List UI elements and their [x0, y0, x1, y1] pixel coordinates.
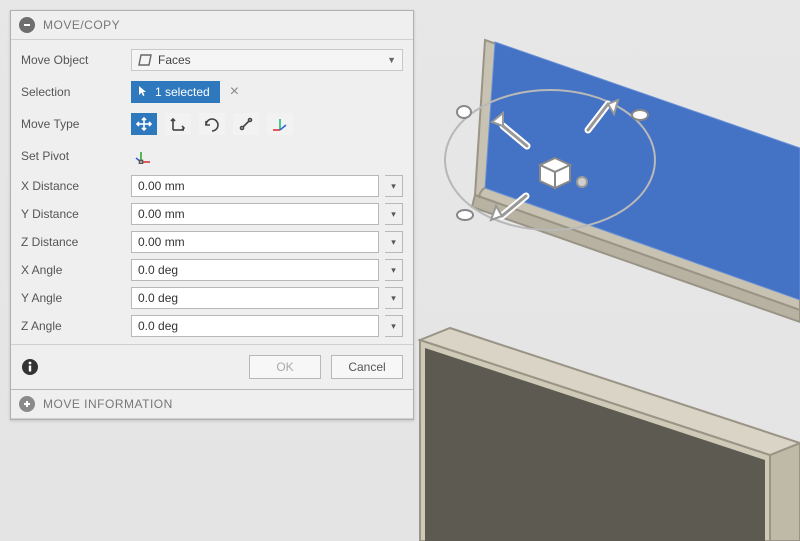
label-y-angle: Y Angle	[21, 291, 131, 305]
move-type-scale-uniform[interactable]	[233, 113, 259, 135]
label-selection: Selection	[21, 85, 131, 99]
move-object-value: Faces	[158, 53, 191, 67]
move-copy-panel: MOVE/COPY Move Object Faces ▼ Selection	[10, 10, 414, 420]
x-distance-spinner[interactable]: ▾	[385, 175, 403, 197]
y-distance-spinner[interactable]: ▾	[385, 203, 403, 225]
expand-icon[interactable]	[19, 396, 35, 412]
cursor-icon	[137, 85, 149, 100]
row-move-object: Move Object Faces ▼	[11, 44, 413, 76]
ok-button[interactable]: OK	[249, 355, 321, 379]
z-distance-spinner[interactable]: ▾	[385, 231, 403, 253]
label-x-distance: X Distance	[21, 179, 131, 193]
clear-selection-button[interactable]: ×	[226, 83, 243, 101]
scene-3d	[360, 0, 800, 541]
move-type-point-to-point[interactable]	[267, 113, 293, 135]
row-selection: Selection 1 selected ×	[11, 76, 413, 108]
cancel-button[interactable]: Cancel	[331, 355, 403, 379]
manipulator-gizmo	[445, 90, 655, 230]
panel-title: MOVE/COPY	[43, 18, 120, 32]
x-distance-input[interactable]	[131, 175, 379, 197]
y-angle-spinner[interactable]: ▾	[385, 287, 403, 309]
info-icon[interactable]	[21, 358, 39, 376]
row-x-angle: X Angle ▾	[11, 256, 413, 284]
move-type-rotate[interactable]	[199, 113, 225, 135]
section2-title: MOVE INFORMATION	[43, 397, 173, 411]
label-move-object: Move Object	[21, 53, 131, 67]
move-type-translate[interactable]	[165, 113, 191, 135]
z-angle-input[interactable]	[131, 315, 379, 337]
label-x-angle: X Angle	[21, 263, 131, 277]
section-header-movecopy[interactable]: MOVE/COPY	[11, 11, 413, 40]
x-angle-spinner[interactable]: ▾	[385, 259, 403, 281]
x-angle-input[interactable]	[131, 259, 379, 281]
z-distance-input[interactable]	[131, 231, 379, 253]
row-x-distance: X Distance ▾	[11, 172, 413, 200]
y-angle-input[interactable]	[131, 287, 379, 309]
collapse-icon[interactable]	[19, 17, 35, 33]
label-y-distance: Y Distance	[21, 207, 131, 221]
label-set-pivot: Set Pivot	[21, 149, 131, 163]
set-pivot-button[interactable]	[131, 145, 157, 167]
row-move-type: Move Type	[11, 108, 413, 140]
row-y-angle: Y Angle ▾	[11, 284, 413, 312]
row-y-distance: Y Distance ▾	[11, 200, 413, 228]
selection-count: 1 selected	[155, 85, 210, 99]
section-header-move-information[interactable]: MOVE INFORMATION	[11, 389, 413, 419]
row-set-pivot: Set Pivot	[11, 140, 413, 172]
label-z-angle: Z Angle	[21, 319, 131, 333]
chevron-down-icon: ▼	[387, 55, 396, 65]
z-angle-spinner[interactable]: ▾	[385, 315, 403, 337]
move-type-free[interactable]	[131, 113, 157, 135]
faces-icon	[138, 54, 152, 66]
y-distance-input[interactable]	[131, 203, 379, 225]
label-move-type: Move Type	[21, 117, 131, 131]
label-z-distance: Z Distance	[21, 235, 131, 249]
row-z-angle: Z Angle ▾	[11, 312, 413, 340]
row-z-distance: Z Distance ▾	[11, 228, 413, 256]
selection-chip[interactable]: 1 selected	[131, 81, 220, 103]
move-object-dropdown[interactable]: Faces ▼	[131, 49, 403, 71]
